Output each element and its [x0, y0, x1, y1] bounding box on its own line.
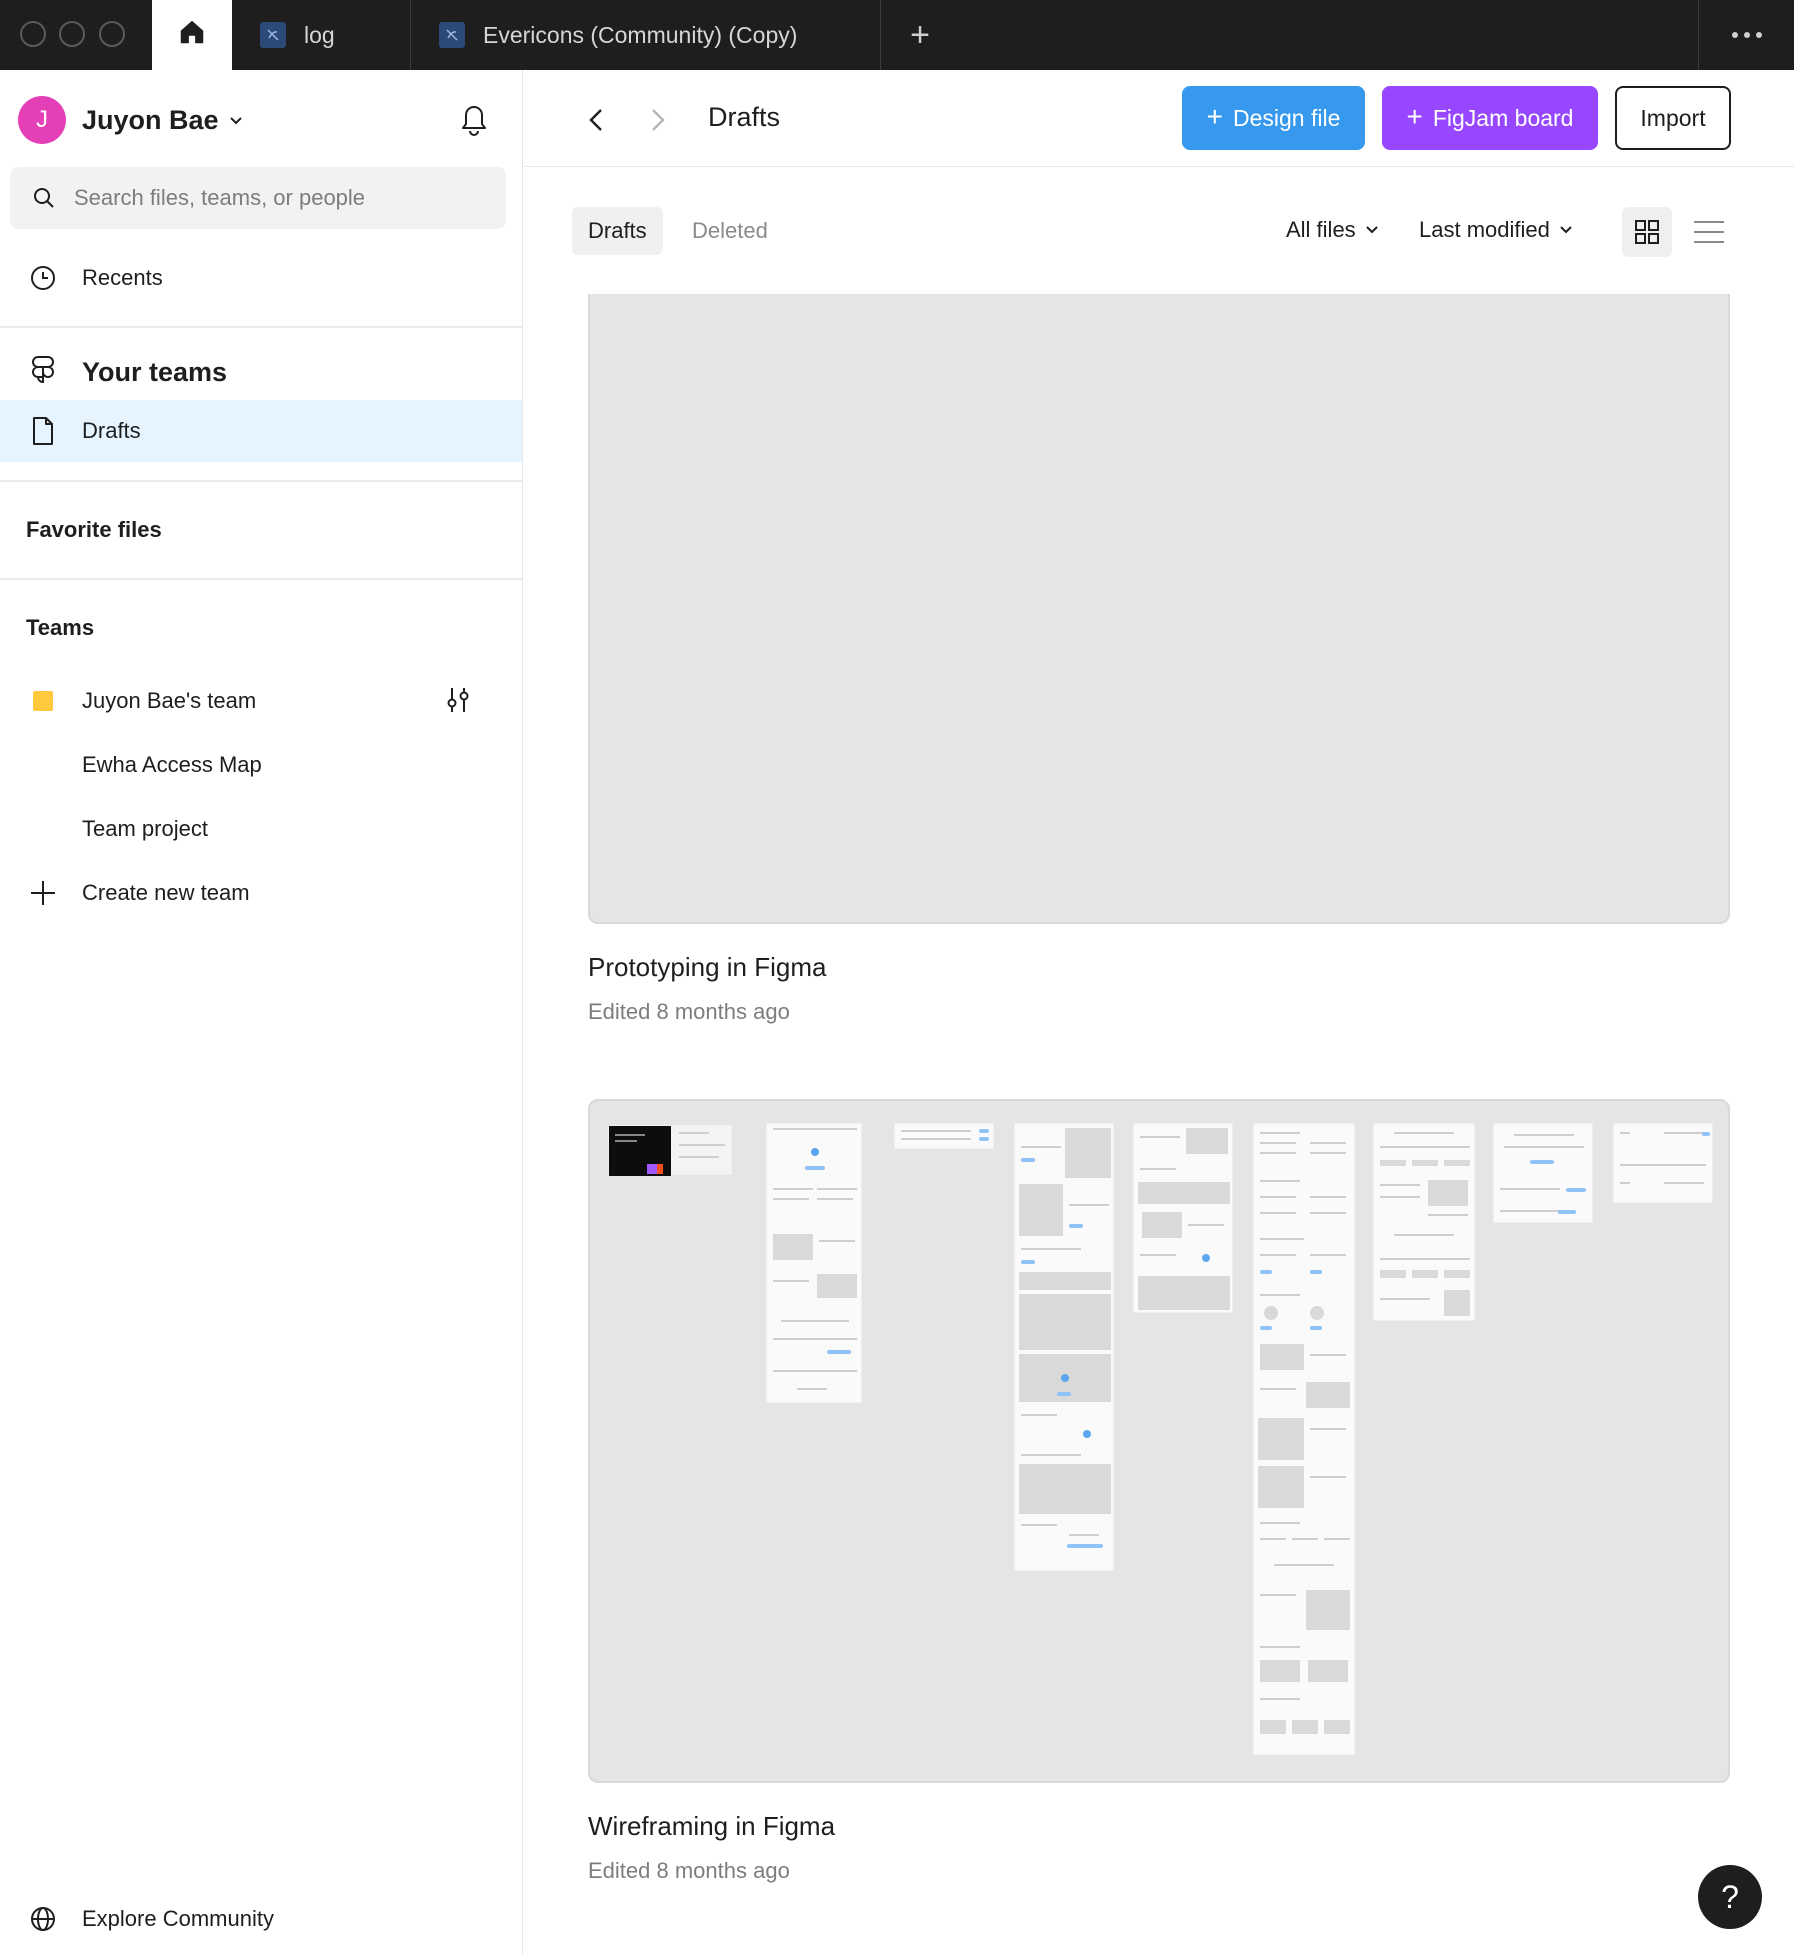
- window-close-button[interactable]: [20, 21, 46, 47]
- sidebar-item-recents[interactable]: Recents: [0, 247, 522, 309]
- sidebar-item-team[interactable]: Team project: [0, 798, 522, 860]
- search-icon: [34, 188, 54, 208]
- thumbnail-frame: [608, 1125, 732, 1176]
- file-edited: Edited 8 months ago: [588, 999, 790, 1024]
- create-team-button[interactable]: Create new team: [0, 862, 522, 924]
- tab-deleted[interactable]: Deleted: [676, 207, 784, 255]
- thumbnail-frame: [1373, 1123, 1475, 1321]
- search-input[interactable]: [74, 185, 474, 211]
- sidebar-item-team[interactable]: Ewha Access Map: [0, 734, 522, 796]
- dot-icon: [1743, 32, 1750, 38]
- file-icon: [260, 22, 286, 48]
- tab-home[interactable]: [152, 0, 232, 70]
- thumbnail-frame: [766, 1123, 862, 1403]
- thumbnail-frame: [1253, 1123, 1355, 1755]
- back-button[interactable]: [576, 100, 616, 140]
- thumbnail-frame: [1493, 1123, 1593, 1223]
- file-type-filter[interactable]: All files: [1286, 217, 1378, 243]
- file-card[interactable]: Prototyping in Figma Edited 8 months ago: [588, 294, 1730, 1025]
- thumbnail-frame: [1133, 1123, 1233, 1313]
- window-minimize-button[interactable]: [59, 21, 85, 47]
- tab-label: Evericons (Community) (Copy): [483, 21, 798, 48]
- plus-icon: +: [1206, 101, 1223, 132]
- new-tab-button[interactable]: +: [900, 15, 940, 55]
- thumbnail-frame: [1613, 1123, 1713, 1203]
- file-edited: Edited 8 months ago: [588, 1858, 790, 1883]
- tab-label: log: [304, 21, 335, 48]
- file-icon: [22, 410, 64, 452]
- explore-community-link[interactable]: Explore Community: [0, 1889, 522, 1949]
- notification-bell-icon[interactable]: [458, 100, 490, 136]
- figma-logo-icon: [22, 351, 64, 393]
- sidebar-item-your-teams[interactable]: Your teams: [0, 341, 522, 403]
- title-bar: log Evericons (Community) (Copy) +: [0, 0, 1794, 70]
- file-card[interactable]: Wireframing in Figma Edited 8 months ago: [588, 1099, 1730, 1884]
- settings-sliders-icon[interactable]: [443, 685, 473, 715]
- files-toolbar: Drafts Deleted All files Last modified: [524, 167, 1794, 295]
- file-title: Prototyping in Figma: [588, 952, 827, 982]
- avatar: J: [18, 96, 66, 144]
- chevron-down-icon: [1560, 226, 1572, 234]
- import-button[interactable]: Import: [1615, 86, 1731, 150]
- sidebar-item-label: Recents: [82, 265, 163, 290]
- account-name: Juyon Bae: [82, 104, 219, 135]
- chevron-down-icon: [229, 117, 242, 125]
- chevron-down-icon: [1365, 226, 1378, 234]
- help-button[interactable]: ?: [1698, 1865, 1762, 1929]
- plus-icon: +: [1406, 101, 1423, 132]
- tab-drafts[interactable]: Drafts: [572, 207, 663, 255]
- clock-icon: [22, 257, 64, 299]
- home-icon: [180, 20, 204, 44]
- grid-icon: [1635, 220, 1659, 244]
- thumbnail-frame: [1014, 1123, 1114, 1571]
- sidebar-item-label: Ewha Access Map: [82, 752, 262, 777]
- forward-button[interactable]: [638, 100, 678, 140]
- sidebar-item-label: Your teams: [82, 356, 228, 387]
- page-header: Drafts + Design file + FigJam board Impo…: [524, 70, 1794, 167]
- new-design-file-button[interactable]: + Design file: [1182, 86, 1365, 150]
- team-color-swatch: [22, 680, 64, 722]
- sidebar: J Juyon Bae Recents Your teams Drafts Fa…: [0, 70, 523, 1954]
- sidebar-item-drafts[interactable]: Drafts: [0, 400, 522, 462]
- divider: [0, 578, 522, 580]
- teams-heading: Teams: [26, 615, 95, 640]
- sidebar-item-label: Create new team: [82, 880, 250, 905]
- globe-icon: [22, 1898, 64, 1940]
- account-switcher[interactable]: J Juyon Bae: [18, 95, 243, 145]
- list-icon: [1694, 221, 1724, 243]
- sidebar-item-label: Drafts: [82, 418, 141, 443]
- more-options-button[interactable]: [1698, 0, 1794, 70]
- divider: [0, 326, 522, 328]
- plus-icon: [22, 872, 64, 914]
- file-thumbnail[interactable]: [588, 294, 1730, 924]
- file-title: Wireframing in Figma: [588, 1811, 836, 1841]
- chevron-right-icon: [652, 109, 665, 131]
- list-view-button[interactable]: [1684, 207, 1734, 257]
- dot-icon: [1755, 32, 1762, 38]
- grid-view-button[interactable]: [1622, 207, 1672, 257]
- tab-evericons[interactable]: Evericons (Community) (Copy): [411, 0, 881, 70]
- chevron-left-icon: [589, 109, 602, 131]
- search-bar: [10, 167, 506, 229]
- sidebar-item-label: Explore Community: [82, 1906, 274, 1931]
- file-thumbnail[interactable]: [588, 1099, 1730, 1783]
- thumbnail-frame: [894, 1123, 994, 1149]
- tab-log[interactable]: log: [232, 0, 411, 70]
- sidebar-item-label: Team project: [82, 816, 208, 841]
- file-icon: [439, 22, 465, 48]
- sort-dropdown[interactable]: Last modified: [1419, 217, 1572, 243]
- sidebar-item-label: Juyon Bae's team: [82, 688, 257, 713]
- divider: [0, 480, 522, 482]
- favorite-files-heading[interactable]: Favorite files: [26, 517, 162, 543]
- window-zoom-button[interactable]: [99, 21, 125, 47]
- page-title: Drafts: [708, 102, 781, 132]
- dot-icon: [1731, 32, 1738, 38]
- sidebar-item-team[interactable]: Juyon Bae's team: [0, 670, 522, 732]
- new-figjam-board-button[interactable]: + FigJam board: [1382, 86, 1598, 150]
